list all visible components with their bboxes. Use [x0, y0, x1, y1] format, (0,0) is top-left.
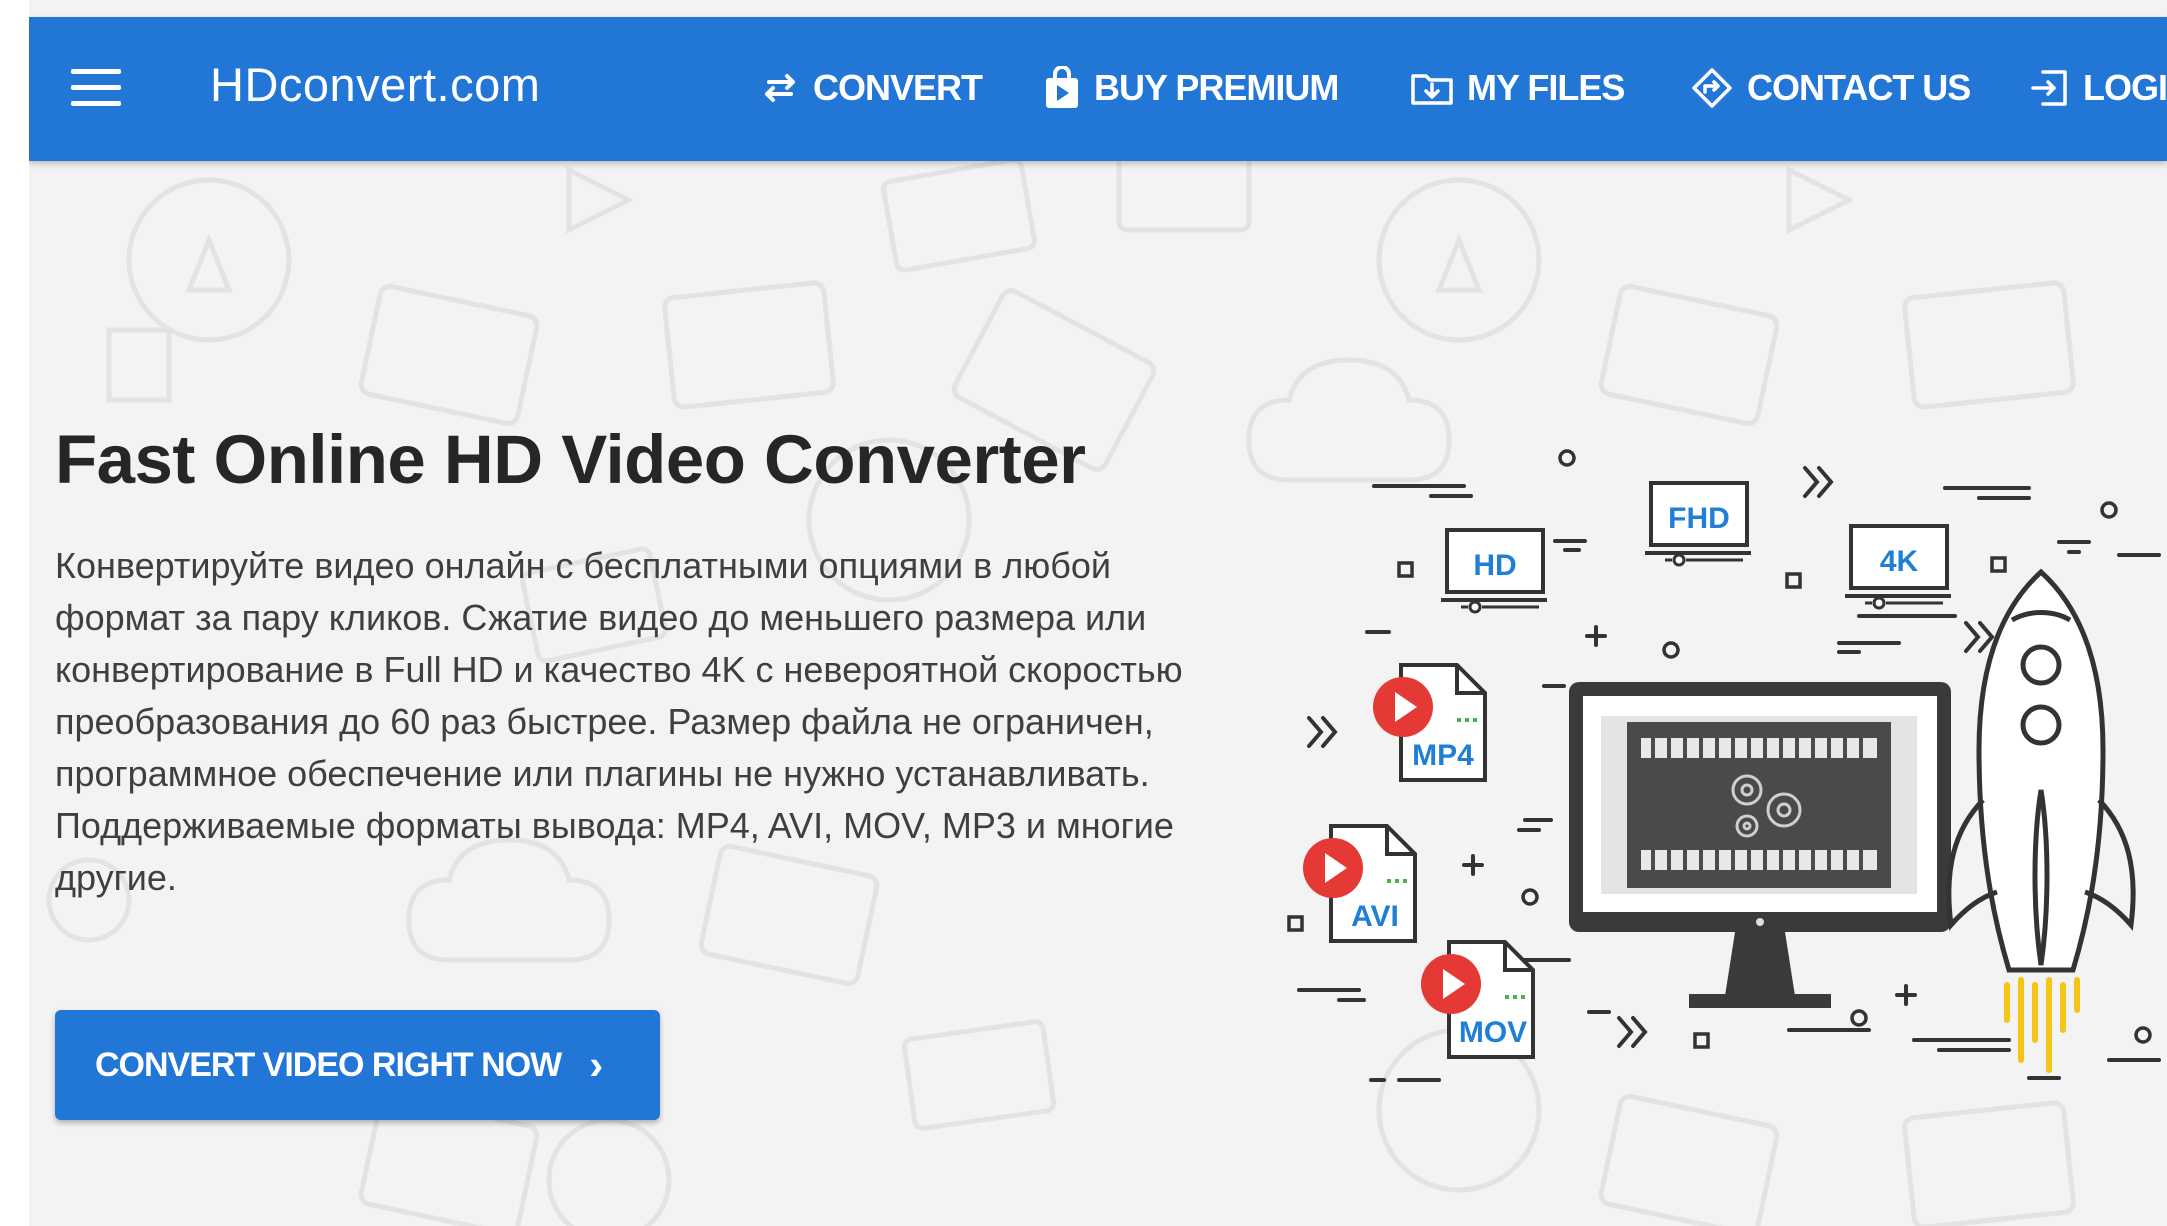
screen-fhd-label: FHD: [1668, 502, 1730, 535]
monitor-icon: [1569, 682, 1951, 1008]
login-icon: [2031, 70, 2067, 106]
nav-convert-label: CONVERT: [813, 67, 983, 108]
nav-login-label: LOGIN: [2083, 67, 2167, 108]
screen-4k-icon: 4K: [1845, 524, 1951, 610]
file-mp4-label: MP4: [1412, 739, 1474, 772]
nav-buy-premium-label: BUY PREMIUM: [1094, 67, 1339, 108]
nav-convert[interactable]: CONVERT: [761, 63, 983, 113]
left-gutter: [0, 0, 29, 1226]
rocket-icon: [1946, 568, 2136, 1073]
hamburger-menu-icon[interactable]: [71, 69, 121, 107]
folder-download-icon: [1411, 74, 1453, 105]
nav-login[interactable]: LOGIN: [2029, 63, 2167, 113]
chevron-right-icon: ›: [589, 1041, 603, 1088]
nav-buy-premium[interactable]: BUY PREMIUM: [1044, 63, 1339, 113]
page: HDconvert.com CONVERT BUY PREMIUM MY FIL…: [29, 0, 2167, 1226]
swap-arrows-icon: [765, 74, 795, 102]
screen-hd-icon: HD: [1441, 528, 1547, 614]
hero-title: Fast Online HD Video Converter: [55, 421, 1086, 498]
nav-my-files-label: MY FILES: [1467, 67, 1625, 108]
top-navbar: HDconvert.com CONVERT BUY PREMIUM MY FIL…: [29, 17, 2167, 161]
cta-label: CONVERT VIDEO RIGHT NOW: [95, 1045, 562, 1084]
convert-video-now-button[interactable]: CONVERT VIDEO RIGHT NOW ›: [55, 1010, 660, 1120]
diamond-direction-icon: [1692, 68, 1732, 108]
nav-contact-us[interactable]: CONTACT US: [1691, 63, 1971, 113]
site-logo[interactable]: HDconvert.com: [210, 57, 540, 113]
hero-description: Конвертируйте видео онлайн с бесплатными…: [55, 545, 1183, 898]
screen-fhd-icon: FHD: [1645, 481, 1751, 567]
screen-4k-label: 4K: [1880, 545, 1919, 578]
file-mov-label: MOV: [1459, 1016, 1527, 1049]
file-avi-label: AVI: [1351, 900, 1399, 933]
converter-illustration: HD FHD 4K MP4 AVI MOV: [1287, 449, 2161, 1082]
nav-contact-us-label: CONTACT US: [1747, 67, 1971, 108]
shopping-bag-icon: [1046, 66, 1078, 108]
file-mov-icon: MOV: [1421, 940, 1535, 1059]
file-mp4-icon: MP4: [1373, 663, 1487, 782]
screen-hd-label: HD: [1473, 549, 1516, 582]
file-avi-icon: AVI: [1303, 824, 1417, 943]
nav-my-files[interactable]: MY FILES: [1411, 63, 1625, 113]
